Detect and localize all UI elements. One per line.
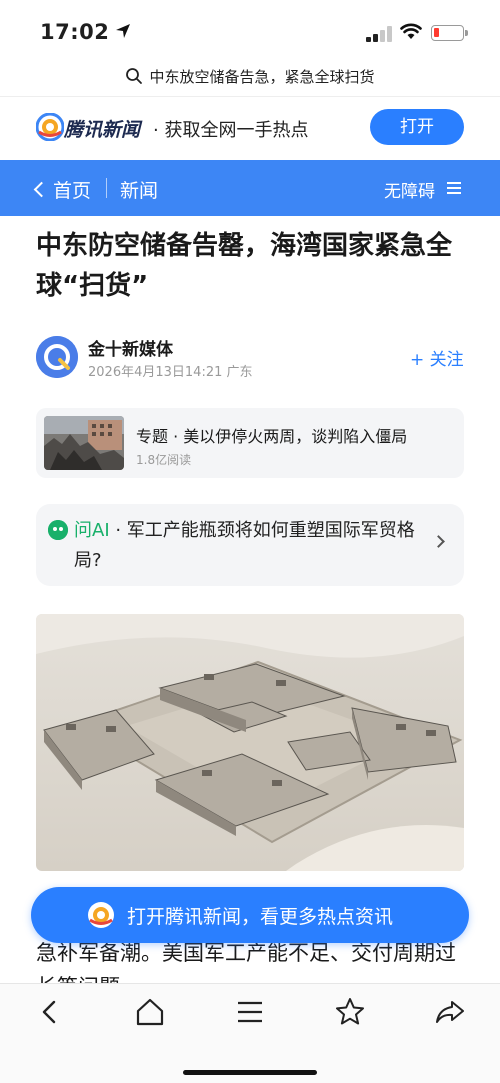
nav-bar: 首页 新闻 无障碍 — [0, 160, 500, 216]
follow-button[interactable]: + 关注 — [410, 345, 464, 370]
back-home-label: 首页 — [53, 180, 92, 202]
accessibility-link[interactable]: 无障碍 — [384, 177, 435, 202]
topic-card[interactable]: 专题 · 美以伊停火两周，谈判陷入僵局 1.8亿阅读 — [36, 408, 464, 478]
url-text: 中东放空储备告急，紧急全球扫货 — [149, 67, 375, 86]
clock: 17:02 — [40, 20, 110, 44]
ask-ai-card[interactable]: 问AI · 军工产能瓶颈将如何重塑国际军贸格局? — [36, 504, 464, 586]
status-bar: 17:02 — [0, 0, 500, 64]
battery-icon — [431, 25, 468, 41]
back-icon[interactable] — [32, 994, 68, 1030]
app-promo-banner: 腾讯新闻 · 获取全网一手热点 打开 — [0, 96, 500, 156]
home-indicator[interactable] — [183, 1070, 317, 1075]
author-name[interactable]: 金十新媒体 — [88, 335, 173, 360]
topic-thumbnail — [44, 416, 124, 470]
share-icon[interactable] — [432, 994, 468, 1030]
menu-icon[interactable] — [232, 994, 268, 1030]
home-icon[interactable] — [132, 994, 168, 1030]
back-home-link[interactable]: 首页 — [33, 176, 92, 203]
url-bar[interactable]: 中东放空储备告急，紧急全球扫货 — [0, 60, 500, 92]
article-headline: 中东防空储备告罄，海湾国家紧急全球“扫货” — [36, 231, 453, 301]
chevron-left-icon — [33, 181, 50, 198]
search-icon — [126, 68, 143, 84]
ai-question-text: 问AI · 军工产能瓶颈将如何重塑国际军贸格局? — [74, 516, 424, 576]
app-slogan: · 获取全网一手热点 — [153, 120, 309, 141]
tencent-news-logo-icon — [36, 113, 64, 141]
nav-divider — [106, 178, 107, 198]
ai-question: · 军工产能瓶颈将如何重塑国际军贸格局? — [74, 520, 415, 571]
wifi-icon — [400, 22, 422, 42]
nav-title[interactable]: 新闻 — [120, 176, 158, 203]
status-time: 17:02 — [40, 20, 131, 44]
open-tencent-news-cta-button[interactable]: 打开腾讯新闻，看更多热点资讯 — [31, 887, 469, 943]
menu-icon[interactable] — [447, 182, 461, 194]
topic-title: 专题 · 美以伊停火两周，谈判陷入僵局 — [136, 427, 408, 446]
cta-text: 打开腾讯新闻，看更多热点资讯 — [127, 906, 394, 928]
tencent-news-logo-icon — [88, 902, 114, 928]
ai-label: 问AI — [74, 520, 110, 541]
publish-meta: 2026年4月13日14:21 广东 — [88, 365, 253, 380]
location-arrow-icon — [115, 20, 131, 44]
avatar[interactable] — [36, 336, 78, 378]
cellular-signal-icon — [366, 26, 392, 42]
star-icon[interactable] — [332, 994, 368, 1030]
browser-toolbar — [0, 983, 500, 1083]
article-image — [36, 614, 464, 871]
ai-assistant-icon — [48, 520, 68, 540]
topic-reads: 1.8亿阅读 — [136, 453, 192, 467]
open-app-button[interactable]: 打开 — [370, 109, 464, 145]
chevron-right-icon — [432, 535, 445, 548]
app-name: 腾讯新闻 — [64, 119, 141, 141]
